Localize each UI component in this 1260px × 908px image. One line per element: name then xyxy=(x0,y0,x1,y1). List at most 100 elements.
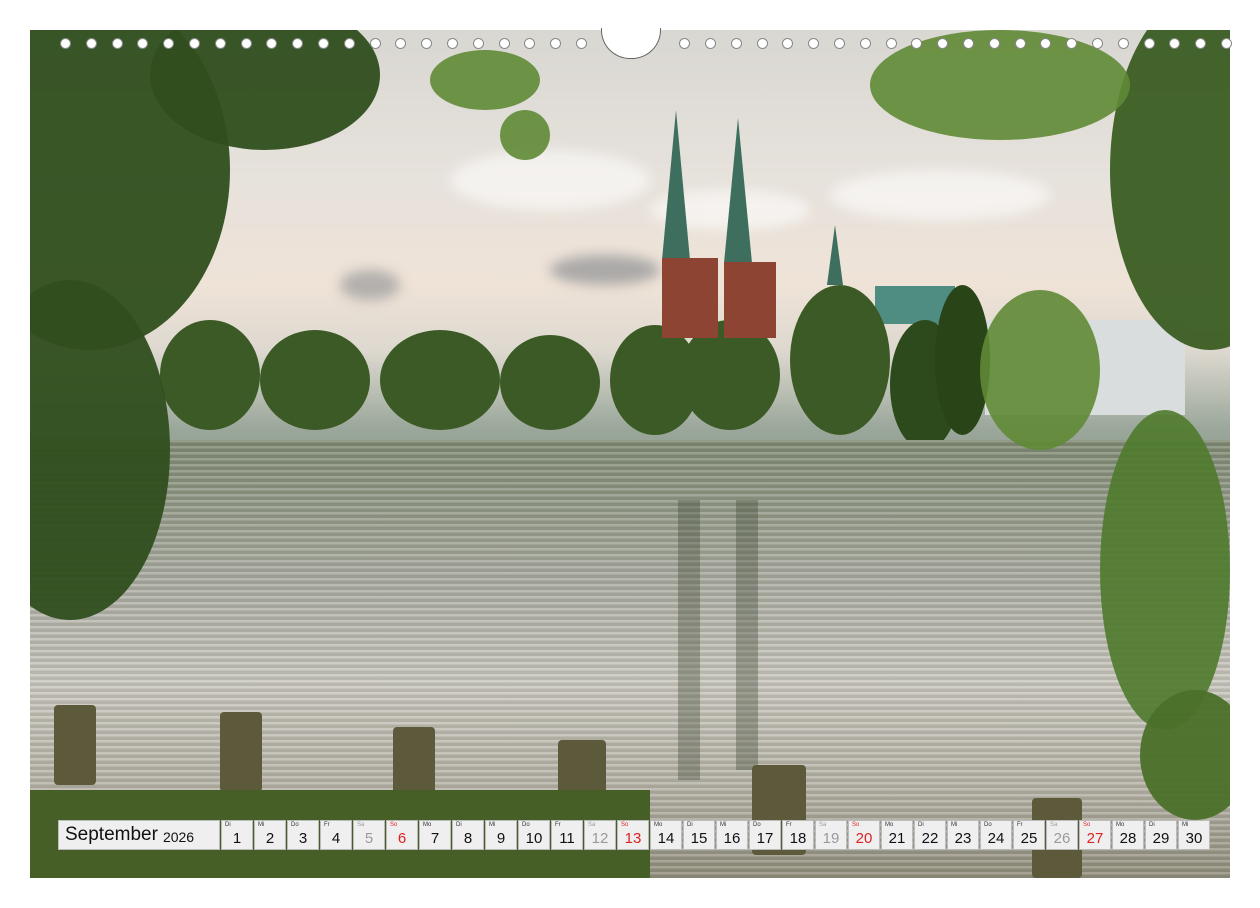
small-spire xyxy=(827,225,843,285)
binding-hole xyxy=(447,38,458,49)
day-cell: Do 3 xyxy=(287,820,319,850)
binding-hole xyxy=(215,38,226,49)
day-cell: So 27 xyxy=(1079,820,1111,850)
day-cell: Fr 25 xyxy=(1013,820,1045,850)
day-number: 7 xyxy=(430,830,440,847)
day-cell: Sa 19 xyxy=(815,820,847,850)
day-number: 19 xyxy=(822,830,840,847)
cloud xyxy=(830,170,1050,220)
binding-hole xyxy=(886,38,897,49)
day-cell: Mo 7 xyxy=(419,820,451,850)
binding-hole xyxy=(344,38,355,49)
binding-hole xyxy=(1015,38,1026,49)
shore-tree xyxy=(380,330,500,430)
binding-hole xyxy=(860,38,871,49)
binding-hole xyxy=(60,38,71,49)
binding-hole xyxy=(318,38,329,49)
binding-hole xyxy=(1144,38,1155,49)
day-cell: So 6 xyxy=(386,820,418,850)
day-number: 28 xyxy=(1119,830,1137,847)
cloud xyxy=(450,150,650,210)
day-cell: Di 29 xyxy=(1145,820,1177,850)
binding-hole xyxy=(963,38,974,49)
weekday-abbr: Do xyxy=(753,822,761,828)
month-label: September 2026 xyxy=(58,820,220,850)
binding-hole xyxy=(421,38,432,49)
binding-hole xyxy=(550,38,561,49)
weekday-abbr: So xyxy=(621,822,629,828)
binding-hole xyxy=(989,38,1000,49)
day-cell: Di 8 xyxy=(452,820,484,850)
day-number: 10 xyxy=(525,830,543,847)
binding-hole xyxy=(679,38,690,49)
cathedral-tower xyxy=(662,258,718,338)
day-number: 2 xyxy=(265,830,275,847)
day-number: 16 xyxy=(723,830,741,847)
day-cell: Di 15 xyxy=(683,820,715,850)
weekday-abbr: Do xyxy=(984,822,992,828)
cloud xyxy=(550,255,660,285)
calendar-strip: September 2026 Di 1 Mi 2 Do 3 Fr 4 Sa 5 So 6 Mo 7 Di 8 M… xyxy=(58,820,1211,850)
cloud xyxy=(340,270,400,300)
cathedral-tower xyxy=(724,262,776,338)
binding-hole xyxy=(112,38,123,49)
weekday-abbr: Sa xyxy=(819,822,827,828)
weekday-abbr: Sa xyxy=(588,822,596,828)
binding-hole xyxy=(705,38,716,49)
binding-hole xyxy=(782,38,793,49)
weekday-abbr: Di xyxy=(918,822,924,828)
day-number: 11 xyxy=(559,830,575,847)
weekday-abbr: Do xyxy=(522,822,530,828)
day-cell: Mi 23 xyxy=(947,820,979,850)
day-number: 17 xyxy=(756,830,774,847)
binding-hole xyxy=(292,38,303,49)
binding-hole xyxy=(499,38,510,49)
shore-tree xyxy=(500,335,600,430)
wooden-post xyxy=(220,712,262,792)
day-cell: So 13 xyxy=(617,820,649,850)
day-cell: Di 1 xyxy=(221,820,253,850)
day-number: 25 xyxy=(1020,830,1038,847)
day-number: 3 xyxy=(298,830,308,847)
weekday-abbr: Di xyxy=(687,822,693,828)
weekday-abbr: Fr xyxy=(555,822,561,828)
day-number: 29 xyxy=(1152,830,1170,847)
weekday-abbr: Di xyxy=(1149,822,1155,828)
weekday-abbr: Mi xyxy=(258,822,265,828)
weekday-abbr: Mo xyxy=(885,822,894,828)
day-number: 14 xyxy=(657,830,675,847)
weekday-abbr: Mi xyxy=(489,822,496,828)
binding-hole xyxy=(86,38,97,49)
day-cell: Fr 4 xyxy=(320,820,352,850)
binding-hole xyxy=(834,38,845,49)
day-cell: Fr 11 xyxy=(551,820,583,850)
binding-hole xyxy=(395,38,406,49)
binding-hole xyxy=(473,38,484,49)
binding-hole xyxy=(937,38,948,49)
cathedral-spire xyxy=(662,110,690,260)
day-cell: Sa 26 xyxy=(1046,820,1078,850)
weekday-abbr: So xyxy=(1083,822,1091,828)
day-cell: Di 22 xyxy=(914,820,946,850)
binding-hole xyxy=(137,38,148,49)
binding-hole xyxy=(757,38,768,49)
weekday-abbr: Di xyxy=(225,822,231,828)
weekday-abbr: Mo xyxy=(1116,822,1125,828)
day-cell: Do 24 xyxy=(980,820,1012,850)
weekday-abbr: Sa xyxy=(1050,822,1058,828)
day-list: Di 1 Mi 2 Do 3 Fr 4 Sa 5 So 6 Mo 7 Di 8 Mi 9 Do 10 Fr 11 Sa 12 S… xyxy=(221,820,1211,850)
day-cell: Mi 16 xyxy=(716,820,748,850)
day-number: 21 xyxy=(888,830,906,847)
weekday-abbr: Sa xyxy=(357,822,365,828)
day-number: 1 xyxy=(232,830,242,847)
binding-hole xyxy=(808,38,819,49)
binding-hole xyxy=(1221,38,1232,49)
day-number: 27 xyxy=(1086,830,1104,847)
binding-hole xyxy=(1118,38,1129,49)
day-number: 26 xyxy=(1053,830,1071,847)
day-number: 6 xyxy=(397,830,407,847)
day-number: 23 xyxy=(954,830,972,847)
binding-hole xyxy=(1169,38,1180,49)
day-number: 20 xyxy=(855,830,873,847)
binding-hole xyxy=(1066,38,1077,49)
